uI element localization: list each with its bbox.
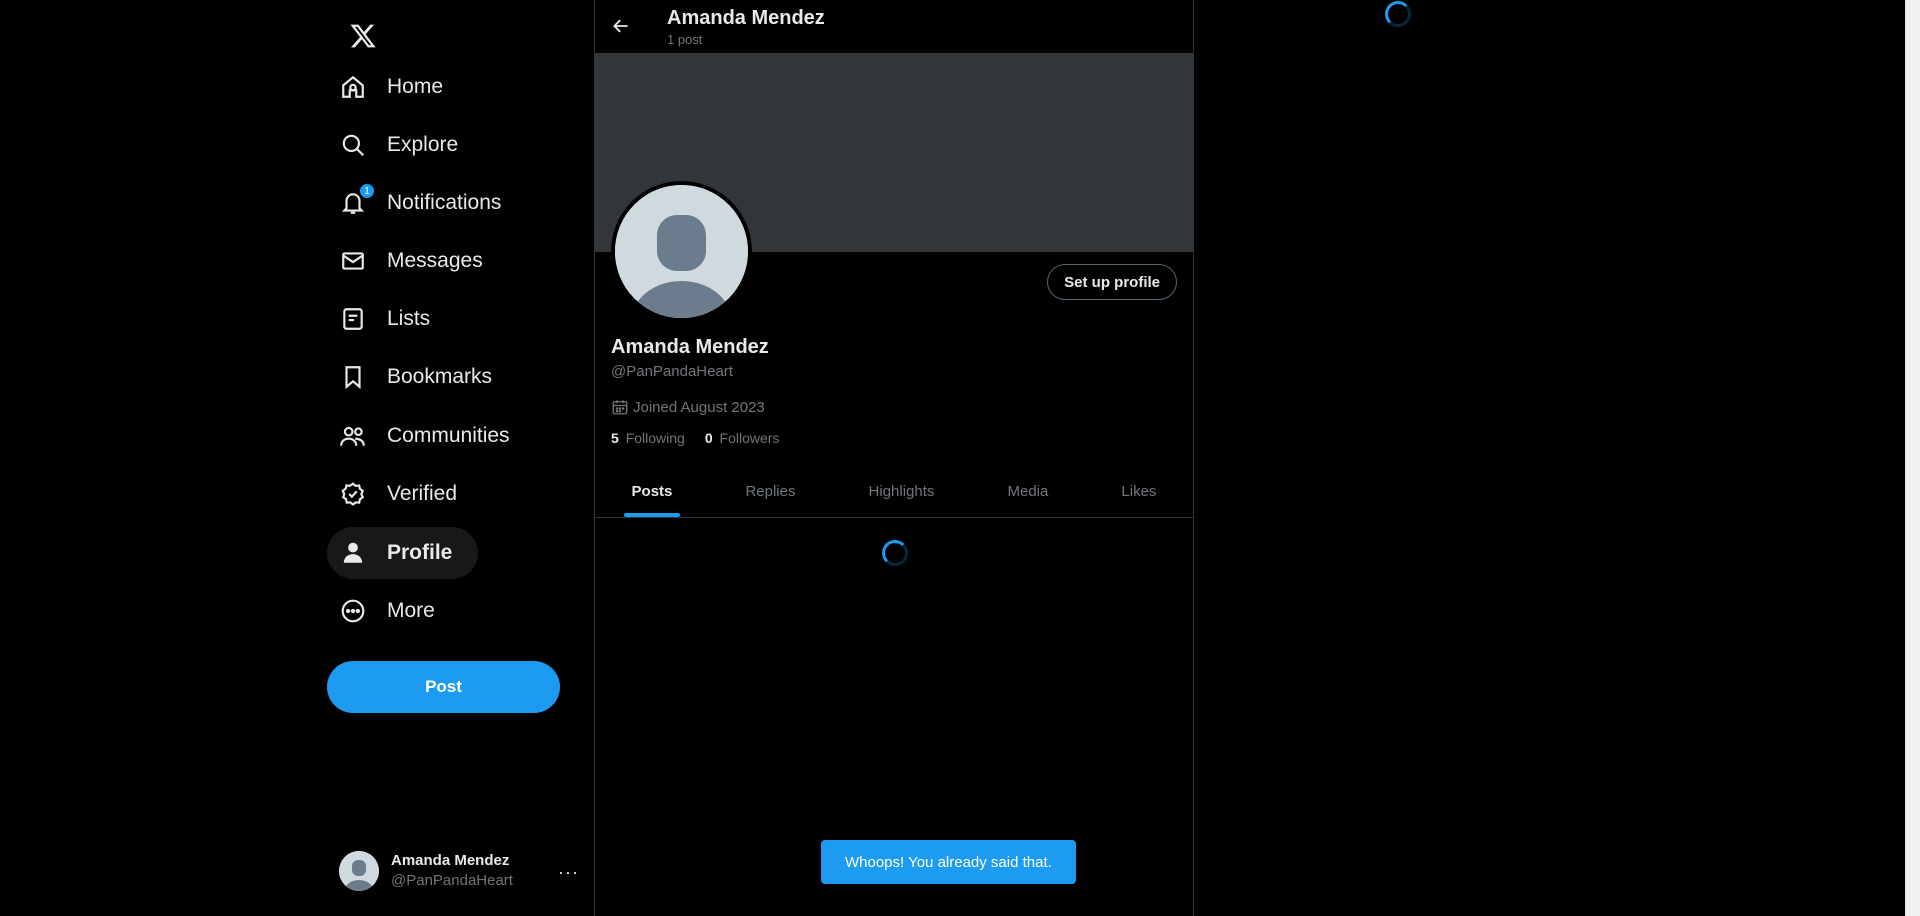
following-link[interactable]: 5 Following	[611, 430, 685, 446]
profile-header-bar: Amanda Mendez 1 post	[595, 0, 1193, 53]
following-count: 5	[611, 430, 619, 446]
joined-date: Joined August 2023	[611, 398, 765, 416]
nav-label: Communities	[387, 424, 510, 447]
nav-notifications[interactable]: 1 Notifications	[327, 177, 527, 229]
joined-text: Joined August 2023	[633, 398, 765, 416]
avatar	[339, 851, 379, 891]
envelope-icon	[339, 247, 367, 275]
follow-stats: 5 Following 0 Followers	[611, 430, 799, 446]
nav-bookmarks[interactable]: Bookmarks	[327, 351, 518, 403]
tab-replies[interactable]: Replies	[709, 465, 832, 517]
nav-label: Profile	[387, 541, 453, 564]
profile-tabs: Posts Replies Highlights Media Likes	[595, 465, 1193, 518]
more-dots-icon[interactable]: ···	[558, 862, 579, 883]
tab-label: Replies	[745, 482, 796, 500]
header-titles: Amanda Mendez 1 post	[667, 6, 825, 48]
followers-link[interactable]: 0 Followers	[705, 430, 780, 446]
tab-label: Highlights	[868, 482, 935, 500]
nav-more[interactable]: More	[327, 585, 461, 637]
account-name: Amanda Mendez	[391, 852, 510, 869]
nav-label: Explore	[387, 133, 459, 156]
followers-label: Followers	[719, 430, 780, 446]
nav-label: More	[387, 599, 435, 622]
header-name: Amanda Mendez	[667, 7, 825, 29]
notification-badge: 1	[359, 183, 375, 199]
default-avatar-icon	[615, 185, 748, 318]
nav-communities[interactable]: Communities	[327, 410, 536, 462]
nav-label: Home	[387, 75, 444, 98]
communities-icon	[339, 422, 367, 450]
followers-count: 0	[704, 430, 713, 446]
home-icon	[339, 73, 367, 101]
calendar-icon	[611, 398, 629, 416]
bookmark-icon	[339, 363, 367, 391]
nav-label: Lists	[387, 307, 431, 330]
profile-avatar[interactable]	[611, 181, 752, 322]
left-navigation: Home Explore 1 Notifications Messages Li…	[327, 0, 594, 916]
toast-message: Whoops! You already said that.	[821, 840, 1076, 884]
post-count: 1 post	[667, 32, 703, 47]
sidebar-loading-spinner-icon	[1385, 1, 1411, 27]
back-arrow-icon[interactable]	[603, 8, 639, 44]
tab-posts[interactable]: Posts	[595, 465, 709, 517]
nav-label: Messages	[387, 249, 483, 272]
nav-label: Notifications	[387, 191, 502, 214]
following-label: Following	[625, 430, 685, 446]
tab-highlights[interactable]: Highlights	[832, 465, 971, 517]
active-tab-indicator	[623, 513, 680, 517]
x-logo-icon[interactable]	[337, 10, 389, 62]
profile-column: Amanda Mendez 1 post Set up profile Aman…	[594, 0, 1194, 916]
tab-likes[interactable]: Likes	[1085, 465, 1193, 517]
account-text: Amanda Mendez @PanPandaHeart	[391, 851, 513, 891]
app-root: Home Explore 1 Notifications Messages Li…	[0, 0, 1920, 916]
account-handle: @PanPandaHeart	[391, 872, 513, 889]
tab-label: Media	[1007, 482, 1049, 500]
nav-messages[interactable]: Messages	[327, 235, 509, 287]
search-icon	[339, 131, 367, 159]
nav-label: Verified	[387, 482, 458, 505]
tab-label: Posts	[631, 482, 673, 500]
profile-handle: @PanPandaHeart	[611, 363, 733, 380]
nav-verified[interactable]: Verified	[327, 468, 483, 520]
post-button[interactable]: Post	[327, 661, 560, 713]
set-up-profile-button[interactable]: Set up profile	[1047, 264, 1177, 300]
scrollbar[interactable]	[1905, 0, 1920, 916]
nav-label: Bookmarks	[387, 365, 493, 388]
tab-media[interactable]: Media	[971, 465, 1085, 517]
account-switcher[interactable]: Amanda Mendez @PanPandaHeart ···	[327, 840, 587, 902]
person-icon	[339, 539, 367, 567]
nav-explore[interactable]: Explore	[327, 119, 484, 171]
tab-label: Likes	[1121, 482, 1157, 500]
verified-icon	[339, 480, 367, 508]
bell-icon: 1	[339, 183, 375, 217]
nav-lists[interactable]: Lists	[327, 293, 456, 345]
nav-profile[interactable]: Profile	[327, 527, 479, 579]
profile-name: Amanda Mendez	[611, 336, 769, 358]
list-icon	[339, 305, 367, 333]
nav-home[interactable]: Home	[327, 61, 469, 113]
more-circle-icon	[339, 597, 367, 625]
loading-spinner-icon	[882, 540, 908, 566]
